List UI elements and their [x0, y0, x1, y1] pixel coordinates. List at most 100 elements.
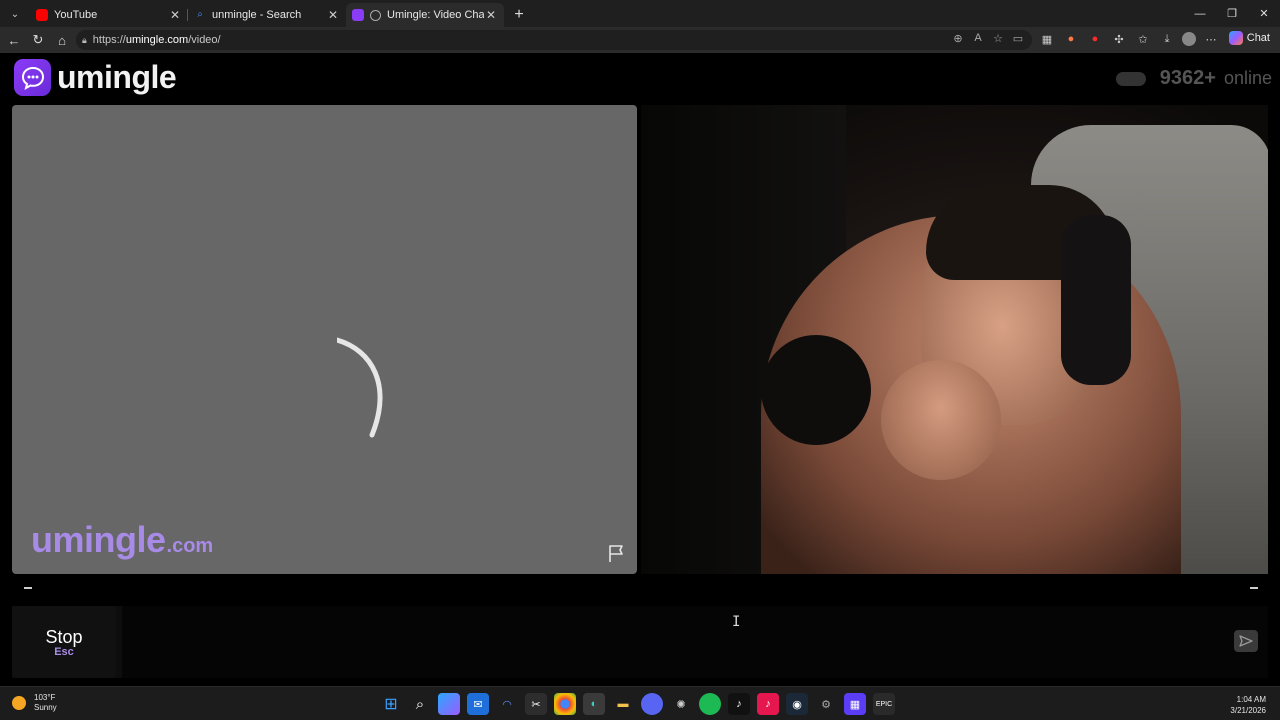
mail-app-icon[interactable]: ✉ [467, 693, 489, 715]
watermark-main: umingle [31, 519, 166, 560]
search-favicon-icon: ⌕ [197, 9, 203, 20]
weather-temp: 103°F [34, 693, 56, 702]
video-microphone [761, 335, 871, 445]
epic-games-icon[interactable]: EPIC [873, 693, 895, 715]
close-tab-icon[interactable]: ✕ [484, 8, 498, 22]
copilot-app-icon[interactable] [438, 693, 460, 715]
clock-date: 3/21/2026 [1230, 706, 1266, 715]
stop-label: Stop [45, 626, 83, 647]
minimize-icon[interactable]: — [1184, 0, 1216, 27]
extensions-puzzle-icon[interactable]: ✣ [1110, 30, 1128, 48]
camera-recording-icon [370, 9, 381, 21]
weather-desc: Sunny [34, 703, 57, 712]
chatgpt-app-icon[interactable]: ✺ [670, 693, 692, 715]
back-icon[interactable]: ← [2, 29, 26, 51]
arc-app-icon[interactable]: ◠ [496, 693, 518, 715]
stop-button[interactable]: Stop Esc [12, 606, 116, 678]
tab-title: Umingle: Video Chat with Stra [387, 9, 484, 21]
app-grid-icon[interactable]: ▦ [844, 693, 866, 715]
address-bar[interactable]: 🔒︎ https://umingle.com/video/ ⊕ A ☆ ▭ [76, 30, 1032, 50]
settings-gear-icon[interactable]: ⚙ [815, 693, 837, 715]
tiktok-app-icon[interactable]: ♪ [728, 693, 750, 715]
weather-widget[interactable]: 103°F Sunny [12, 693, 57, 713]
online-indicator: 9362+ online [1115, 67, 1272, 90]
youtube-favicon-icon [36, 9, 48, 21]
search-icon[interactable]: ⌕ [409, 693, 431, 715]
status-bar-row [12, 580, 1268, 596]
site-info-icon[interactable]: 🔒︎ [82, 35, 87, 46]
report-flag-icon[interactable] [607, 544, 627, 564]
downloads-icon[interactable]: ⤓ [1158, 30, 1176, 48]
status-dash-left [24, 587, 32, 589]
capcut-app-icon[interactable]: ✂ [525, 693, 547, 715]
umingle-page: umingle 9362+ online umingle .com Stop E… [0, 53, 1280, 686]
send-button[interactable] [1234, 630, 1258, 652]
browser-tab-strip: ⌄ YouTube ✕ ⌕ unmingle - Search ✕ Umingl… [0, 0, 1280, 27]
steam-app-icon[interactable]: ◉ [786, 693, 808, 715]
tab-title: YouTube [54, 9, 98, 21]
favorite-star-icon[interactable]: ☆ [990, 32, 1006, 45]
url-text: https://umingle.com/video/ [92, 34, 221, 46]
read-aloud-icon[interactable]: A [970, 32, 986, 45]
close-tab-icon[interactable]: ✕ [168, 8, 182, 22]
file-explorer-icon[interactable]: ▬ [612, 693, 634, 715]
theme-toggle[interactable] [1115, 71, 1146, 86]
stop-shortcut-label: Esc [54, 645, 74, 658]
chrome-app-icon[interactable] [554, 693, 576, 715]
online-label: online [1223, 68, 1272, 88]
extension-red-icon[interactable]: ● [1086, 30, 1104, 48]
tab-youtube[interactable]: YouTube ✕ [30, 3, 188, 27]
sunny-weather-icon [12, 696, 26, 710]
windows-taskbar: 103°F Sunny ⊞ ⌕ ✉ ◠ ✂ ◐ ▬ ✺ ♪ ♪ ◉ ⚙ ▦ EP… [0, 686, 1280, 720]
copilot-label: Chat [1246, 32, 1270, 44]
tab-actions-menu-icon[interactable]: ⌄ [4, 3, 26, 25]
extension-orange-icon[interactable]: ● [1062, 30, 1080, 48]
restore-icon[interactable]: ❐ [1216, 0, 1248, 27]
chat-message-input[interactable] [122, 606, 1268, 678]
status-dash-right [1250, 587, 1258, 589]
windows-start-icon[interactable]: ⊞ [380, 693, 402, 715]
camera-in-use-icon[interactable]: ▭ [1010, 32, 1026, 45]
site-logo[interactable]: umingle [14, 59, 177, 96]
site-watermark: umingle .com [31, 519, 213, 561]
self-video-panel [641, 105, 1268, 574]
edge-app-icon[interactable]: ◐ [583, 693, 605, 715]
system-clock[interactable]: 1:04 AM 3/21/2026 [1230, 694, 1266, 716]
stranger-video-panel: umingle .com [12, 105, 637, 574]
new-tab-button[interactable]: + [508, 4, 530, 26]
video-headset [1061, 215, 1131, 385]
text-cursor-icon: I [732, 614, 741, 630]
spotify-app-icon[interactable] [699, 693, 721, 715]
address-bar-actions: ⊕ A ☆ ▭ [950, 32, 1026, 45]
extension-grid-icon[interactable]: ▦ [1038, 30, 1056, 48]
browser-toolbar: ← ↻ ⌂ 🔒︎ https://umingle.com/video/ ⊕ A … [0, 27, 1280, 53]
extension-icons: ▦ ● ● ✣ ✩ ⤓ ⋯ [1038, 30, 1220, 48]
tiktok-studio-icon[interactable]: ♪ [757, 693, 779, 715]
send-icon [1239, 635, 1253, 647]
taskbar-apps: ⊞ ⌕ ✉ ◠ ✂ ◐ ▬ ✺ ♪ ♪ ◉ ⚙ ▦ EPIC [380, 693, 895, 715]
discord-app-icon[interactable] [641, 693, 663, 715]
zoom-icon[interactable]: ⊕ [950, 32, 966, 45]
close-tab-icon[interactable]: ✕ [326, 8, 340, 22]
tab-umingle[interactable]: Umingle: Video Chat with Stra ✕ [346, 3, 504, 27]
clock-time: 1:04 AM [1236, 695, 1266, 704]
more-menu-icon[interactable]: ⋯ [1202, 30, 1220, 48]
home-icon[interactable]: ⌂ [50, 29, 74, 51]
video-hand [881, 360, 1001, 480]
tab-search[interactable]: ⌕ unmingle - Search ✕ [188, 3, 346, 27]
watermark-suffix: .com [166, 535, 214, 557]
profile-avatar-icon[interactable] [1182, 32, 1196, 46]
copilot-icon [1228, 31, 1243, 45]
loading-spinner-icon [337, 337, 383, 438]
window-controls: — ❐ ✕ [1184, 0, 1280, 27]
logo-text: umingle [57, 59, 177, 95]
chat-area: Stop Esc [12, 606, 1268, 678]
refresh-icon[interactable]: ↻ [26, 29, 50, 51]
copilot-chat-button[interactable]: Chat [1228, 31, 1270, 45]
tab-title: unmingle - Search [212, 9, 302, 21]
close-window-icon[interactable]: ✕ [1248, 0, 1280, 27]
chat-bubble-logo-icon [14, 59, 51, 96]
online-count: 9362+ [1159, 67, 1216, 89]
favorites-icon[interactable]: ✩ [1134, 30, 1152, 48]
umingle-favicon-icon [352, 9, 364, 21]
